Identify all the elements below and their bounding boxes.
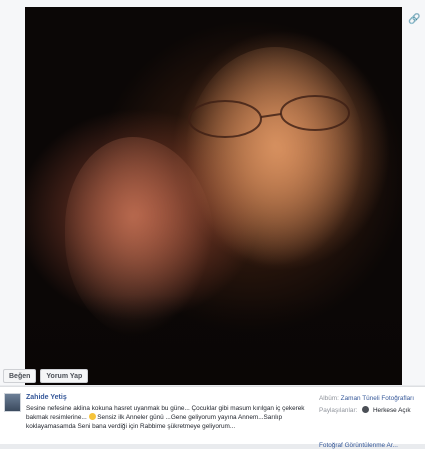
photo-stage: 🔗 Beğen Yorum Yap xyxy=(0,0,425,385)
author-name[interactable]: Zahide Yetiş xyxy=(26,394,67,401)
sharing-row: Paylaşılanlar: Herkese Açık xyxy=(319,406,423,415)
sharing-value[interactable]: Herkese Açık xyxy=(373,407,411,414)
photo-sidebar: Albüm: Zaman Tüneli Fotoğrafları Paylaşı… xyxy=(319,394,423,449)
photo[interactable] xyxy=(25,7,402,385)
smile-emoji-icon xyxy=(88,413,96,420)
sharing-label: Paylaşılanlar: xyxy=(319,407,358,414)
post-caption: Sesine nefesine aklina kokuna hasret uya… xyxy=(26,404,308,431)
views-link[interactable]: Fotoğraf Görüntülenme Ar... xyxy=(319,442,398,449)
photo-actions: Beğen Yorum Yap xyxy=(3,369,89,383)
avatar[interactable] xyxy=(4,393,21,412)
album-label: Albüm: xyxy=(319,395,339,402)
album-row: Albüm: Zaman Tüneli Fotoğrafları xyxy=(319,394,423,403)
like-button[interactable]: Beğen xyxy=(3,369,37,383)
globe-icon xyxy=(362,406,370,413)
comment-button[interactable]: Yorum Yap xyxy=(40,369,89,383)
link-icon[interactable]: 🔗 xyxy=(408,14,420,25)
glasses-shape xyxy=(188,95,350,138)
album-link[interactable]: Zaman Tüneli Fotoğrafları xyxy=(341,395,414,402)
post-info: Zahide Yetiş Sesine nefesine aklina koku… xyxy=(0,386,425,449)
